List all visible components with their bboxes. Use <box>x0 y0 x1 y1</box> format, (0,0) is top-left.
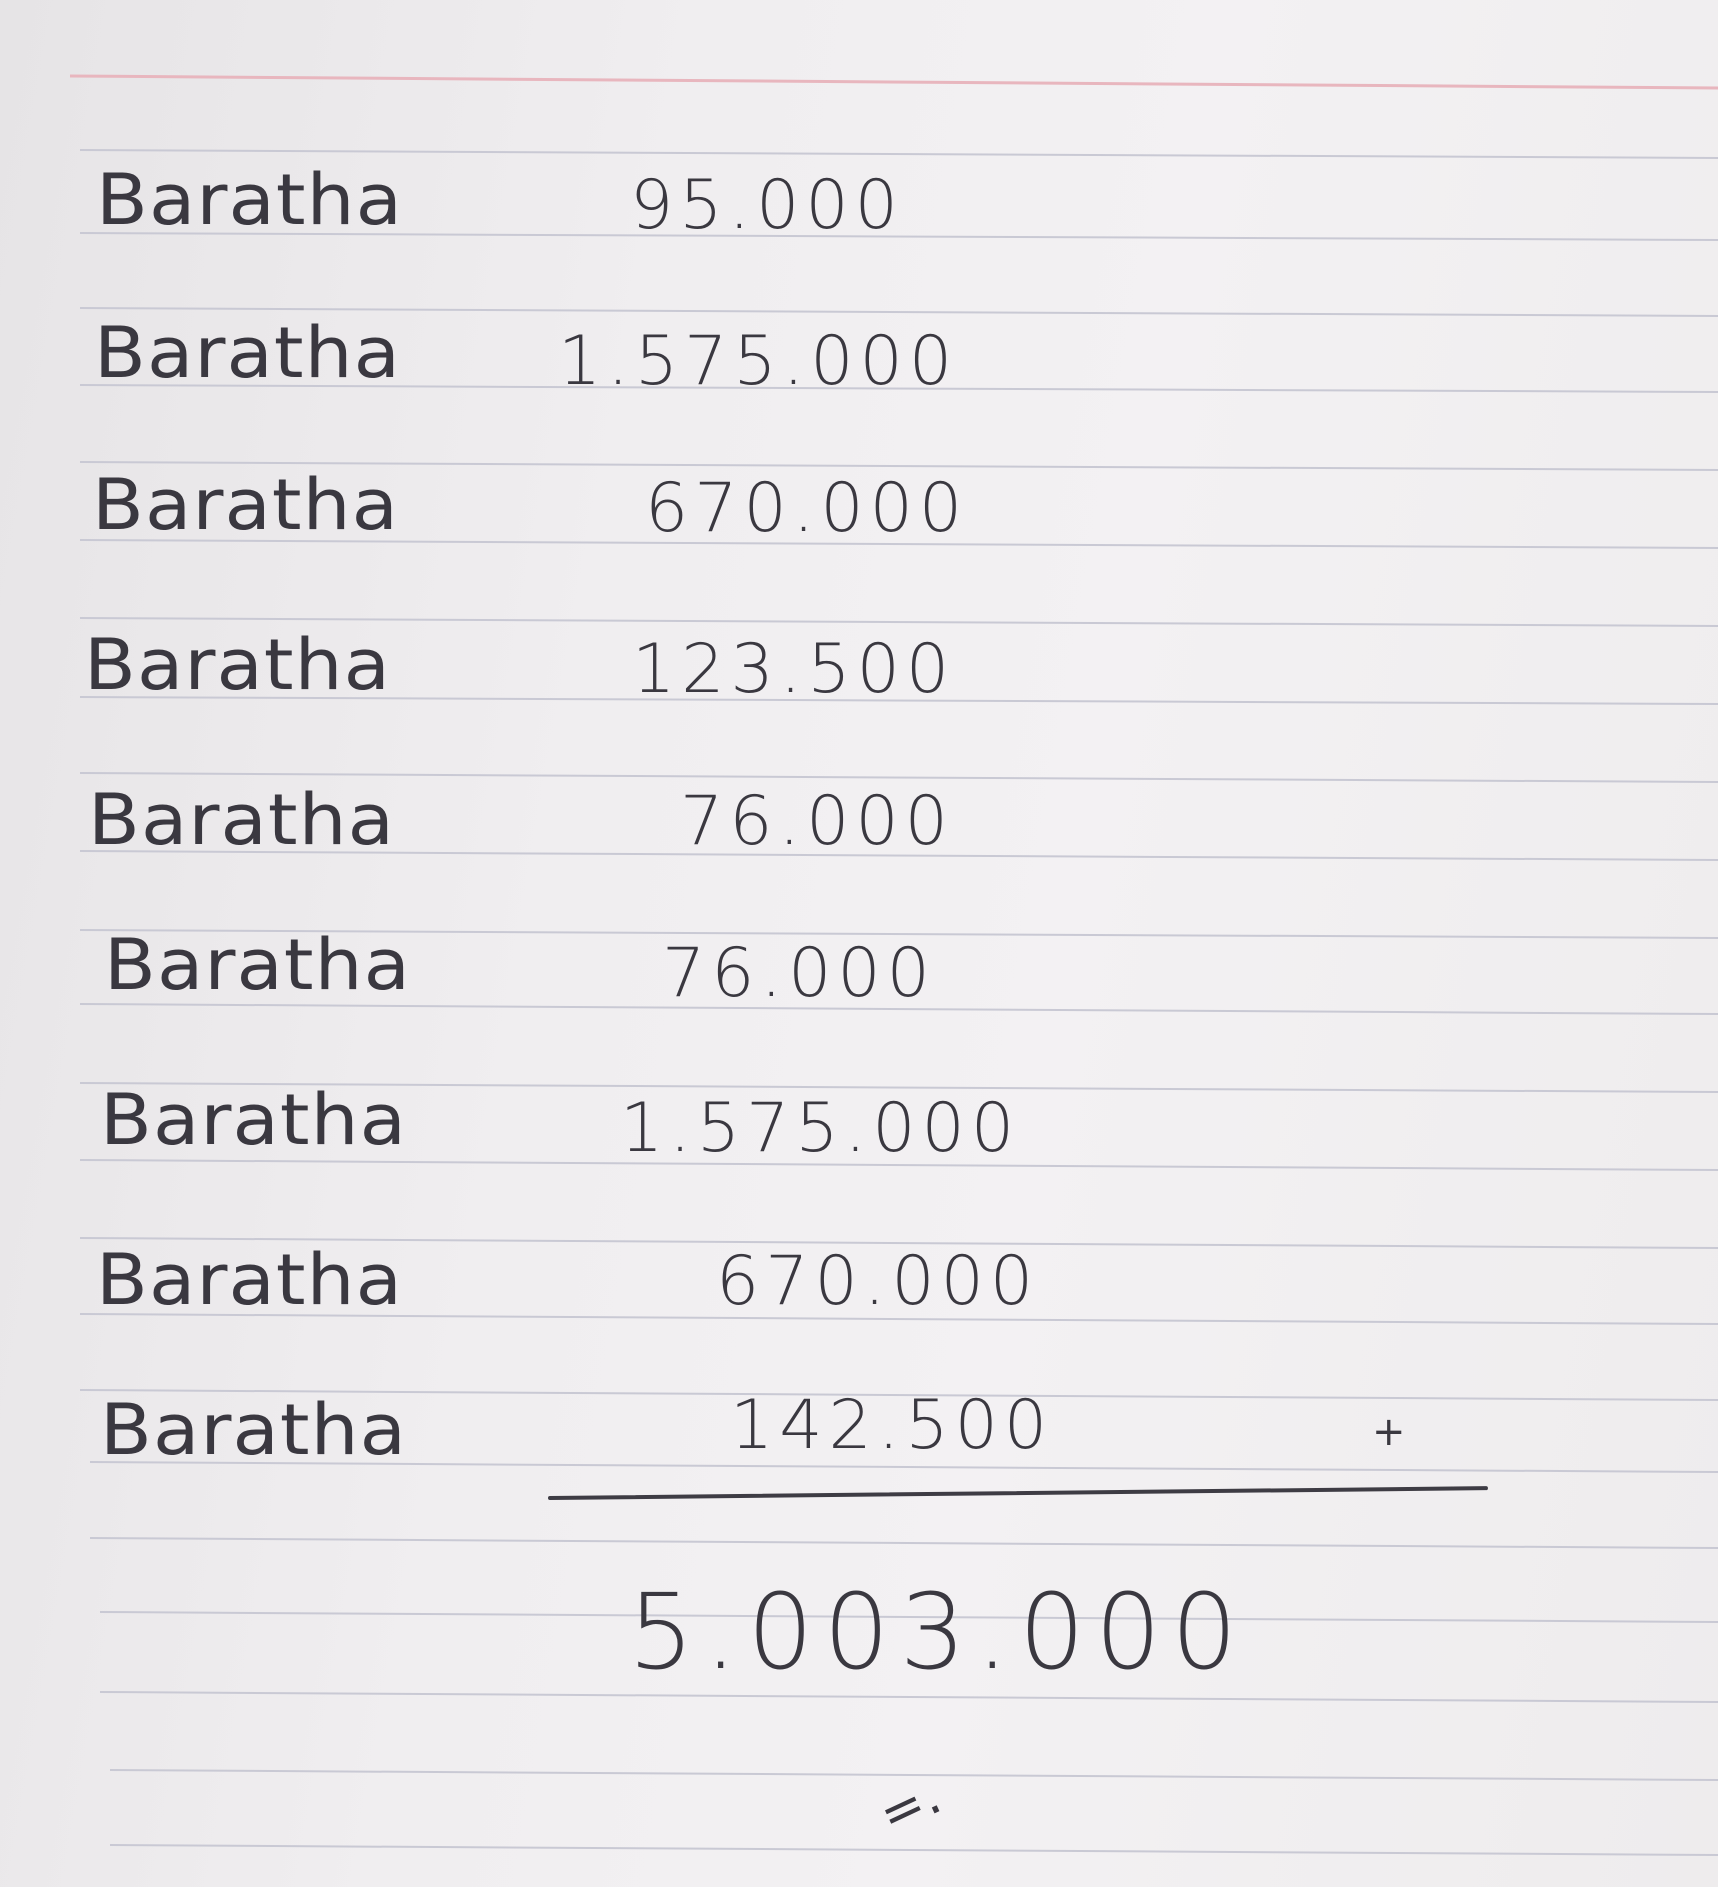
row-5-amount: 76.000 <box>680 782 954 861</box>
row-6-amount: 76.000 <box>662 934 936 1013</box>
row-8-name: Baratha <box>96 1239 404 1321</box>
row-7-name: Baratha <box>100 1079 408 1161</box>
row-5-name: Baratha <box>88 779 396 861</box>
row-4-amount: 123.500 <box>632 630 956 709</box>
total-amount: 5.003.000 <box>628 1571 1248 1693</box>
row-4-name: Baratha <box>84 624 392 706</box>
row-2-name: Baratha <box>94 312 402 394</box>
row-7-amount: 1.575.000 <box>620 1089 1021 1168</box>
row-8-amount: 670.000 <box>716 1242 1040 1321</box>
row-2-amount: 1.575.000 <box>558 322 959 401</box>
row-9-name: Baratha <box>100 1389 408 1471</box>
notebook-page: Baratha 95.000 Baratha 1.575.000 Baratha… <box>0 0 1718 1887</box>
row-6-name: Baratha <box>104 924 412 1006</box>
row-1-amount: 95.000 <box>630 166 904 245</box>
plus-sign: + <box>1372 1409 1406 1455</box>
row-1-name: Baratha <box>96 159 404 241</box>
row-3-amount: 670.000 <box>645 469 969 548</box>
row-9-amount: 142.500 <box>730 1386 1054 1465</box>
row-3-name: Baratha <box>92 464 400 546</box>
